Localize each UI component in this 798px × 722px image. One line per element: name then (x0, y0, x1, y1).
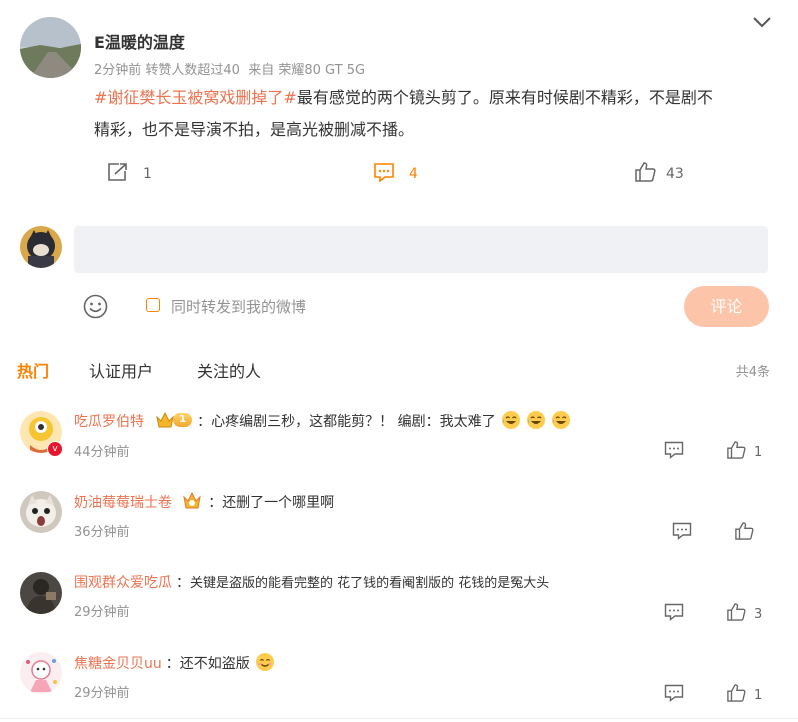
comment-icon (373, 162, 395, 186)
comment-text: 还不如盗版 (179, 656, 250, 672)
comment-button[interactable]: 4 (373, 162, 418, 186)
smile-emoji-icon (255, 652, 275, 672)
laugh-cry-emoji-icon (551, 410, 571, 430)
tab-verified-users[interactable]: 认证用户 (89, 358, 153, 382)
comment-content: 焦糖金贝贝uu ：还不如盗版 (74, 652, 275, 673)
comment-like-button[interactable]: 3 (726, 603, 762, 625)
thumbs-up-icon (634, 162, 656, 186)
comment-content: 奶油莓莓瑞士卷 ：还删了一个哪里啊 (74, 491, 334, 515)
laugh-cry-emoji-icon (526, 410, 546, 430)
like-button[interactable]: 43 (634, 162, 684, 186)
post-author-avatar[interactable] (20, 17, 81, 78)
comment-time: 29分钟前 (74, 686, 130, 701)
comment-input[interactable] (74, 226, 768, 273)
comment-separator: ： (165, 656, 180, 672)
repost-count: 1 (143, 166, 152, 182)
submit-comment-button[interactable]: 评论 (684, 286, 769, 327)
comment-like-count: 1 (754, 687, 763, 703)
repost-icon (107, 162, 129, 186)
post-author-name[interactable]: E温暖的温度 (94, 29, 185, 53)
comment-content: 围观群众爱吃瓜 ：关键是盗版的能看完整的 花了钱的看阉割版的 花钱的是冤大头 (74, 572, 549, 592)
fan-level-badge: 1 (155, 411, 193, 429)
commenter-name[interactable]: 奶油莓莓瑞士卷 (74, 495, 172, 511)
fan-badge-icon (181, 491, 203, 515)
comment-content: 吃瓜罗伯特 1 ：心疼编剧三秒，这都能剪？！ 编剧：我太难了 (74, 410, 571, 431)
comment-time: 36分钟前 (74, 525, 130, 540)
comment-separator: ： (197, 414, 212, 430)
like-count: 43 (666, 166, 684, 182)
verified-badge-icon: v (47, 441, 63, 457)
repost-checkbox[interactable] (146, 298, 160, 312)
comment-time: 44分钟前 (74, 445, 130, 460)
tab-following[interactable]: 关注的人 (197, 358, 261, 382)
comment-like-button[interactable]: 1 (726, 684, 762, 706)
post-text-line1: 最有感觉的两个镜头剪了。原来有时候剧不精彩，不是剧不 (296, 88, 713, 107)
emoji-picker-icon[interactable] (83, 294, 108, 323)
commenter-avatar[interactable] (20, 572, 62, 614)
reply-icon[interactable] (664, 684, 684, 706)
commenter-name[interactable]: 焦糖金贝贝uu (74, 656, 162, 672)
comment-text: 还删了一个哪里啊 (222, 495, 335, 511)
thumbs-up-icon (726, 684, 746, 706)
comment-like-count: 1 (754, 444, 763, 460)
reply-icon[interactable] (664, 603, 684, 625)
comment-time: 29分钟前 (74, 605, 130, 620)
reply-icon[interactable] (664, 441, 684, 463)
post-meta: 2分钟前 转赞人数超过40 来自 荣耀80 GT 5G (94, 63, 366, 78)
commenter-name[interactable]: 吃瓜罗伯特 (74, 414, 144, 430)
comment-like-count: 3 (754, 606, 763, 622)
post-body: #谢征樊长玉被窝戏删掉了#最有感觉的两个镜头剪了。原来有时候剧不精彩，不是剧不 … (94, 82, 784, 146)
bottom-divider (0, 718, 798, 719)
comment-separator: ： (208, 495, 223, 511)
laugh-cry-emoji-icon (501, 410, 521, 430)
fan-level: 1 (173, 413, 193, 427)
comment-like-button[interactable]: 1 (726, 441, 762, 463)
commenter-name[interactable]: 围观群众爱吃瓜 (74, 575, 172, 591)
current-user-avatar[interactable] (20, 226, 62, 268)
post-hashtag[interactable]: #谢征樊长玉被窝戏删掉了# (94, 88, 297, 107)
comment-separator: ： (176, 575, 190, 591)
comment-count: 4 (409, 166, 418, 182)
comment-like-button[interactable] (734, 522, 762, 544)
thumbs-up-icon (726, 441, 746, 463)
reply-icon[interactable] (672, 522, 692, 544)
commenter-avatar[interactable] (20, 652, 62, 694)
repost-checkbox-label[interactable]: 同时转发到我的微博 (171, 296, 306, 317)
comment-total: 共4条 (735, 365, 770, 380)
repost-button[interactable]: 1 (107, 162, 152, 186)
chevron-down-icon[interactable] (752, 14, 772, 33)
comment-text: 关键是盗版的能看完整的 花了钱的看阉割版的 花钱的是冤大头 (190, 576, 550, 591)
comment-text: 心疼编剧三秒，这都能剪？！ 编剧：我太难了 (211, 414, 496, 430)
post-text-line2: 精彩，也不是导演不拍，是高光被删减不播。 (94, 120, 415, 139)
thumbs-up-icon (726, 603, 746, 625)
thumbs-up-icon (734, 522, 754, 544)
commenter-avatar[interactable] (20, 491, 62, 533)
tab-hot[interactable]: 热门 (17, 358, 49, 382)
crown-icon (156, 411, 174, 428)
